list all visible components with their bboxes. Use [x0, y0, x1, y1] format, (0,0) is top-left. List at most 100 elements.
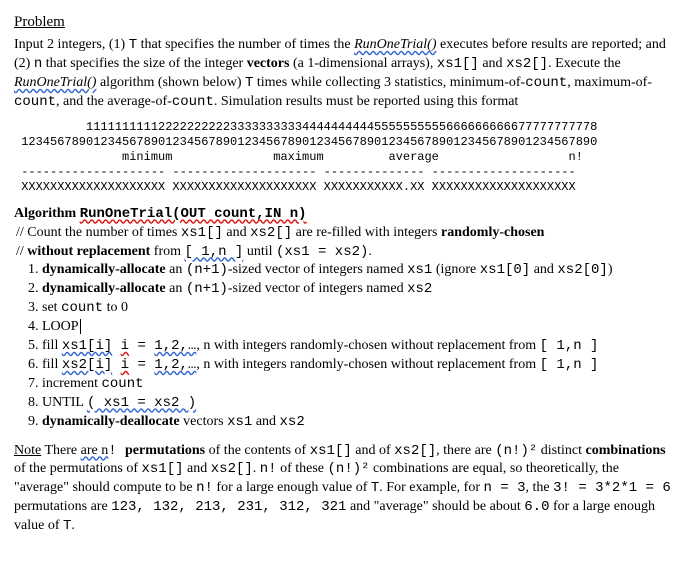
code-xs1: xs1[]	[437, 56, 479, 72]
xs2: xs2[]	[211, 461, 253, 477]
text: of the contents of	[205, 443, 310, 458]
text: to 0	[103, 300, 128, 315]
are-n: are n	[81, 443, 109, 458]
problem-heading: Problem	[14, 12, 674, 32]
comment-2: // without replacement from [ 1,n ] unti…	[16, 243, 674, 262]
code-count: count	[525, 75, 567, 91]
text: Input 2 integers, (1)	[14, 37, 129, 52]
table-headers: minimum maximum average n!	[14, 150, 583, 164]
size: (n+1)	[186, 262, 228, 278]
algorithm-title: Algorithm RunOneTrial(OUT count,IN n)	[14, 205, 674, 224]
xs2: xs2[]	[394, 443, 436, 459]
step-num: 2.	[28, 281, 42, 296]
six: 6.0	[524, 499, 549, 515]
text: and of	[352, 443, 394, 458]
nf: n!	[196, 480, 213, 496]
text: , n with integers randomly-chosen withou…	[196, 338, 539, 353]
text: vectors	[180, 414, 227, 429]
text: are re-filled with integers	[292, 225, 441, 240]
text: . For example, for	[379, 480, 483, 495]
dyn-alloc: dynamically-allocate	[42, 262, 166, 277]
code-count: count	[172, 94, 214, 110]
eq: =	[129, 357, 154, 373]
nf: n!	[260, 461, 277, 477]
nf2: (n!)²	[495, 443, 537, 459]
xs1: xs1[]	[310, 443, 352, 459]
text: for a large enough value of	[213, 480, 371, 495]
code-count: count	[14, 94, 56, 110]
range: [ 1,n ]	[185, 244, 244, 260]
table-format: XXXXXXXXXXXXXXXXXXXX XXXXXXXXXXXXXXXXXXX…	[14, 180, 576, 194]
text: (a 1-dimensional arrays),	[289, 56, 436, 71]
algorithm-signature: RunOneTrial(OUT count,IN n)	[80, 206, 307, 222]
xs2-i: xs2[i]	[62, 357, 112, 373]
i: i	[121, 357, 129, 373]
code-xs2: xs2[]	[506, 56, 548, 72]
text: and	[479, 56, 506, 71]
xs1-i: xs1[i]	[62, 338, 112, 354]
randomly-chosen: randomly-chosen	[441, 225, 544, 240]
vectors-bold: vectors	[247, 56, 290, 71]
var-xs2: xs2	[407, 281, 432, 297]
step-1: 1. dynamically-allocate an (n+1)-sized v…	[28, 261, 674, 280]
text: .	[368, 244, 372, 259]
text: from	[150, 244, 184, 259]
text: -sized vector of integers named	[228, 281, 407, 296]
var-count: count	[101, 376, 143, 392]
bracket-range: [ 1,n ]	[540, 357, 599, 373]
xs1-0: xs1[0]	[480, 262, 530, 278]
text: )	[608, 262, 613, 277]
text: of these	[277, 461, 328, 476]
dyn-dealloc: dynamically-deallocate	[42, 414, 180, 429]
text: .	[253, 461, 260, 476]
format-table: 1111111111222222222233333333334444444444…	[14, 120, 674, 195]
text: .	[71, 518, 75, 533]
bracket-range: [ 1,n ]	[540, 338, 599, 354]
step-2: 2. dynamically-allocate an (n+1)-sized v…	[28, 280, 674, 299]
text: until	[243, 244, 276, 259]
text: and "average" should be about	[346, 499, 524, 514]
text: , there are	[436, 443, 495, 458]
text: There	[41, 443, 80, 458]
text: -sized vector of integers named	[228, 262, 407, 277]
algorithm-label: Algorithm	[14, 206, 80, 221]
range: 1,2,…	[154, 357, 196, 373]
step-9: 9. dynamically-deallocate vectors xs1 an…	[28, 413, 674, 432]
eq: =	[129, 338, 154, 354]
step-num: 7. increment	[28, 376, 101, 391]
permutations: permutations	[125, 443, 205, 458]
table-ruler-2: 1234567890123456789012345678901234567890…	[14, 135, 597, 149]
text: and	[184, 461, 211, 476]
xs1: xs1[]	[142, 461, 184, 477]
comment-1: // Count the number of times xs1[] and x…	[16, 224, 674, 243]
i: i	[121, 338, 129, 354]
text: of the permutations of	[14, 461, 142, 476]
var-xs2: xs2	[280, 414, 305, 430]
text: , maximum-of-	[567, 75, 652, 90]
nf2: (n!)²	[328, 461, 370, 477]
step-num: 1.	[28, 262, 42, 277]
perm-list: 123, 132, 213, 231, 312, 321	[111, 499, 346, 515]
note-paragraph: Note There are n! permutations of the co…	[14, 442, 674, 536]
step-3: 3. set count to 0	[28, 299, 674, 318]
range: 1,2,…	[154, 338, 196, 354]
text: that specifies the size of the integer	[42, 56, 246, 71]
var-count: count	[61, 300, 103, 316]
table-divider: -------------------- -------------------…	[14, 165, 576, 179]
step-num: 5. fill	[28, 338, 62, 353]
text: an	[166, 262, 186, 277]
problem-paragraph: Input 2 integers, (1) T that specifies t…	[14, 36, 674, 112]
text: times while collecting 3 statistics, min…	[253, 75, 525, 90]
step-8: 8. UNTIL ( xs1 = xs2 )	[28, 394, 674, 413]
step-7: 7. increment count	[28, 375, 674, 394]
combinations: combinations	[585, 443, 665, 458]
table-ruler-1: 1111111111222222222233333333334444444444…	[14, 120, 597, 134]
text: algorithm (shown below)	[96, 75, 245, 90]
text: and	[530, 262, 557, 277]
run-one-trial: RunOneTrial()	[14, 75, 96, 90]
text: that specifies the number of times the	[137, 37, 354, 52]
xs2-0: xs2[0]	[557, 262, 607, 278]
text: , n with integers randomly-chosen withou…	[196, 357, 539, 372]
text: permutations are	[14, 499, 111, 514]
text: distinct	[537, 443, 585, 458]
